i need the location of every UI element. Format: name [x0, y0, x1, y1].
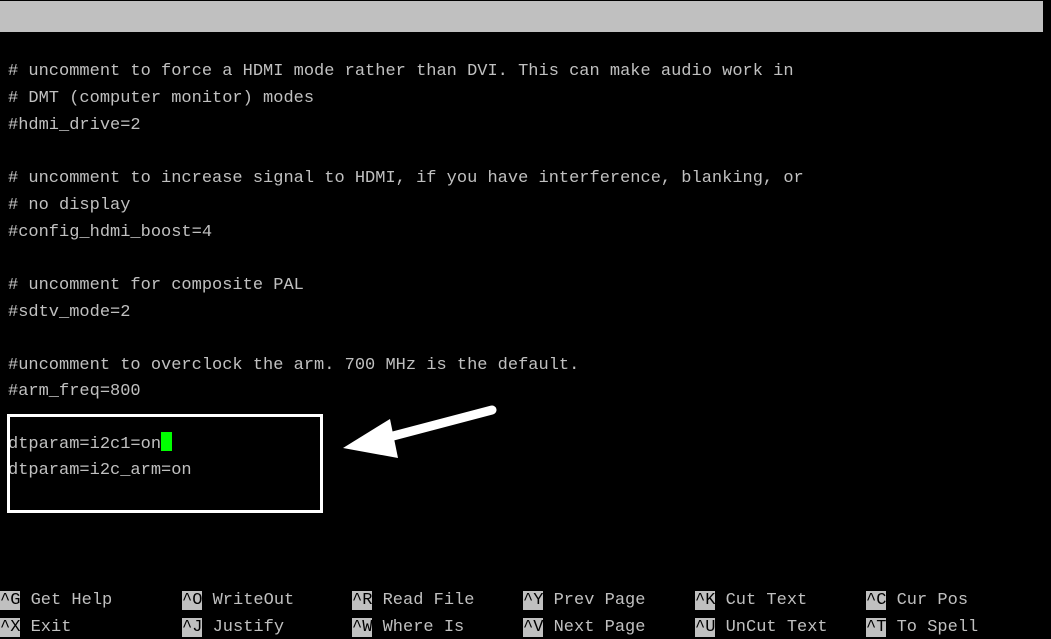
shortcut-label: Get Help	[30, 591, 113, 610]
editor-line[interactable]: #config_hdmi_boost=4	[8, 219, 212, 246]
shortcut-cut-text[interactable]: ^K Cut Text	[695, 587, 807, 614]
editor-line[interactable]: #hdmi_drive=2	[8, 112, 141, 139]
shortcut-label: Cut Text	[725, 591, 808, 610]
editor-line[interactable]: # uncomment to increase signal to HDMI, …	[8, 165, 804, 192]
shortcut-key: ^V	[523, 618, 544, 637]
shortcut-label: Next Page	[553, 618, 646, 637]
shortcut-label: Where Is	[382, 618, 465, 637]
shortcut-get-help[interactable]: ^G Get Help	[0, 587, 112, 614]
editor-buffer[interactable]: # uncomment to force a HDMI mode rather …	[8, 1, 1051, 639]
shortcut-prev-page[interactable]: ^Y Prev Page	[523, 587, 645, 614]
editor-line[interactable]: #arm_freq=800	[8, 378, 141, 405]
shortcut-key: ^T	[866, 618, 887, 637]
annotation-highlight-box	[7, 414, 323, 513]
shortcut-label: UnCut Text	[725, 618, 828, 637]
shortcut-writeout[interactable]: ^O WriteOut	[182, 587, 294, 614]
shortcut-label: Read File	[382, 591, 475, 610]
editor-line[interactable]: # uncomment to force a HDMI mode rather …	[8, 58, 794, 85]
shortcut-to-spell[interactable]: ^T To Spell	[866, 614, 978, 639]
editor-line[interactable]: # DMT (computer monitor) modes	[8, 85, 314, 112]
shortcut-exit[interactable]: ^X Exit	[0, 614, 71, 639]
editor-line[interactable]: #uncomment to overclock the arm. 700 MHz…	[8, 352, 579, 379]
shortcut-label: Prev Page	[553, 591, 646, 610]
shortcut-key: ^G	[0, 591, 21, 610]
shortcut-key: ^W	[352, 618, 373, 637]
shortcut-justify[interactable]: ^J Justify	[182, 614, 284, 639]
shortcut-where-is[interactable]: ^W Where Is	[352, 614, 464, 639]
shortcut-label: WriteOut	[212, 591, 295, 610]
editor-line[interactable]: # no display	[8, 192, 130, 219]
editor-line[interactable]: #sdtv_mode=2	[8, 299, 130, 326]
shortcut-key: ^K	[695, 591, 716, 610]
shortcut-label: Cur Pos	[896, 591, 969, 610]
shortcut-read-file[interactable]: ^R Read File	[352, 587, 474, 614]
shortcut-key: ^U	[695, 618, 716, 637]
shortcut-cur-pos[interactable]: ^C Cur Pos	[866, 587, 968, 614]
shortcut-label: Justify	[212, 618, 285, 637]
shortcut-key: ^R	[352, 591, 373, 610]
shortcut-next-page[interactable]: ^V Next Page	[523, 614, 645, 639]
shortcut-uncut-text[interactable]: ^U UnCut Text	[695, 614, 828, 639]
editor-line[interactable]: # uncomment for composite PAL	[8, 272, 304, 299]
shortcut-key: ^Y	[523, 591, 544, 610]
shortcut-label: To Spell	[896, 618, 979, 637]
shortcut-key: ^C	[866, 591, 887, 610]
shortcut-key: ^X	[0, 618, 21, 637]
shortcut-key: ^O	[182, 591, 203, 610]
shortcut-key: ^J	[182, 618, 203, 637]
shortcut-label: Exit	[30, 618, 72, 637]
